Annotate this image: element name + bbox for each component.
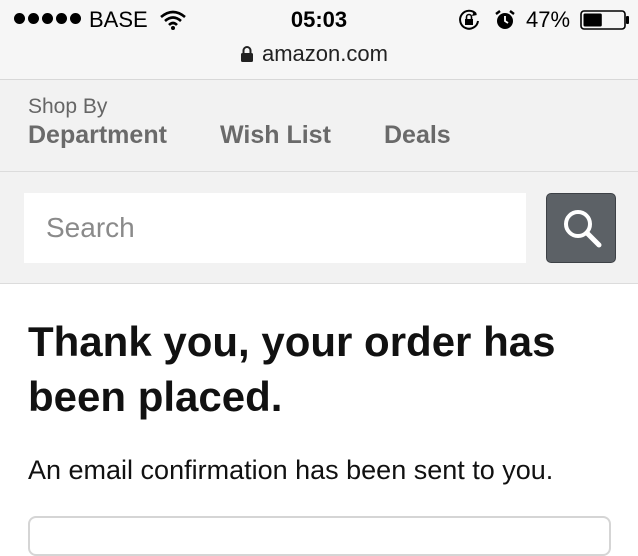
rotation-lock-icon bbox=[459, 9, 479, 30]
search-bar bbox=[0, 172, 638, 284]
main-nav: Shop By Department Wish List Deals bbox=[0, 80, 638, 172]
alarm-icon bbox=[495, 10, 515, 29]
nav-deals[interactable]: Deals bbox=[384, 120, 451, 150]
order-details-card bbox=[28, 516, 611, 556]
search-icon bbox=[564, 210, 602, 248]
shop-by-label: Shop By bbox=[28, 95, 108, 118]
confirmation-message: An email confirmation has been sent to y… bbox=[28, 455, 554, 485]
battery-percent: 47% bbox=[526, 7, 571, 32]
lock-icon bbox=[241, 46, 253, 62]
battery-icon bbox=[580, 10, 629, 30]
status-bar: BASE 05:03 47% amazon.com bbox=[0, 0, 638, 80]
wish-list-label: Wish List bbox=[220, 121, 331, 149]
nav-shop-by-department[interactable]: Shop By Department bbox=[28, 94, 167, 150]
nav-wish-list[interactable]: Wish List bbox=[220, 120, 331, 150]
department-label: Department bbox=[28, 121, 167, 149]
page-title: Thank you, your order has been placed. bbox=[28, 318, 556, 420]
order-confirmation: Thank you, your order has been placed. A… bbox=[0, 284, 638, 556]
search-input[interactable] bbox=[24, 193, 526, 263]
address-bar-url[interactable]: amazon.com bbox=[262, 41, 388, 67]
deals-label: Deals bbox=[384, 121, 451, 149]
search-button[interactable] bbox=[546, 193, 616, 263]
